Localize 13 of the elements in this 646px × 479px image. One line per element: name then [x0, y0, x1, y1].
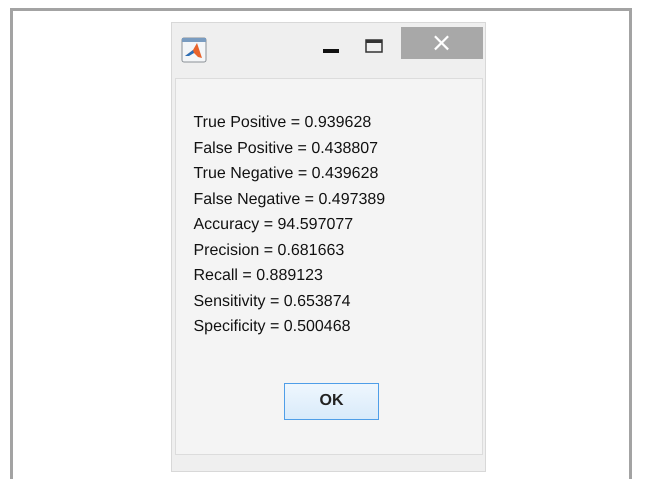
- message-line: False Negative = 0.497389: [194, 190, 386, 210]
- message-line: True Negative = 0.439628: [194, 164, 380, 184]
- message-line: Specificity = 0.500468: [194, 317, 352, 337]
- message-line: Recall = 0.889123: [194, 266, 324, 286]
- message-line: True Positive = 0.939628: [194, 113, 372, 133]
- message-line: Precision = 0.681663: [194, 240, 346, 260]
- message-line: Sensitivity = 0.653874: [194, 292, 352, 312]
- message-line: False Positive = 0.438807: [194, 138, 380, 158]
- app-icon: [180, 37, 206, 63]
- minimize-icon[interactable]: [322, 48, 338, 54]
- ok-button[interactable]: OK: [284, 382, 379, 420]
- message-line: Accuracy = 94.597077: [194, 215, 354, 235]
- maximize-icon[interactable]: [364, 39, 382, 53]
